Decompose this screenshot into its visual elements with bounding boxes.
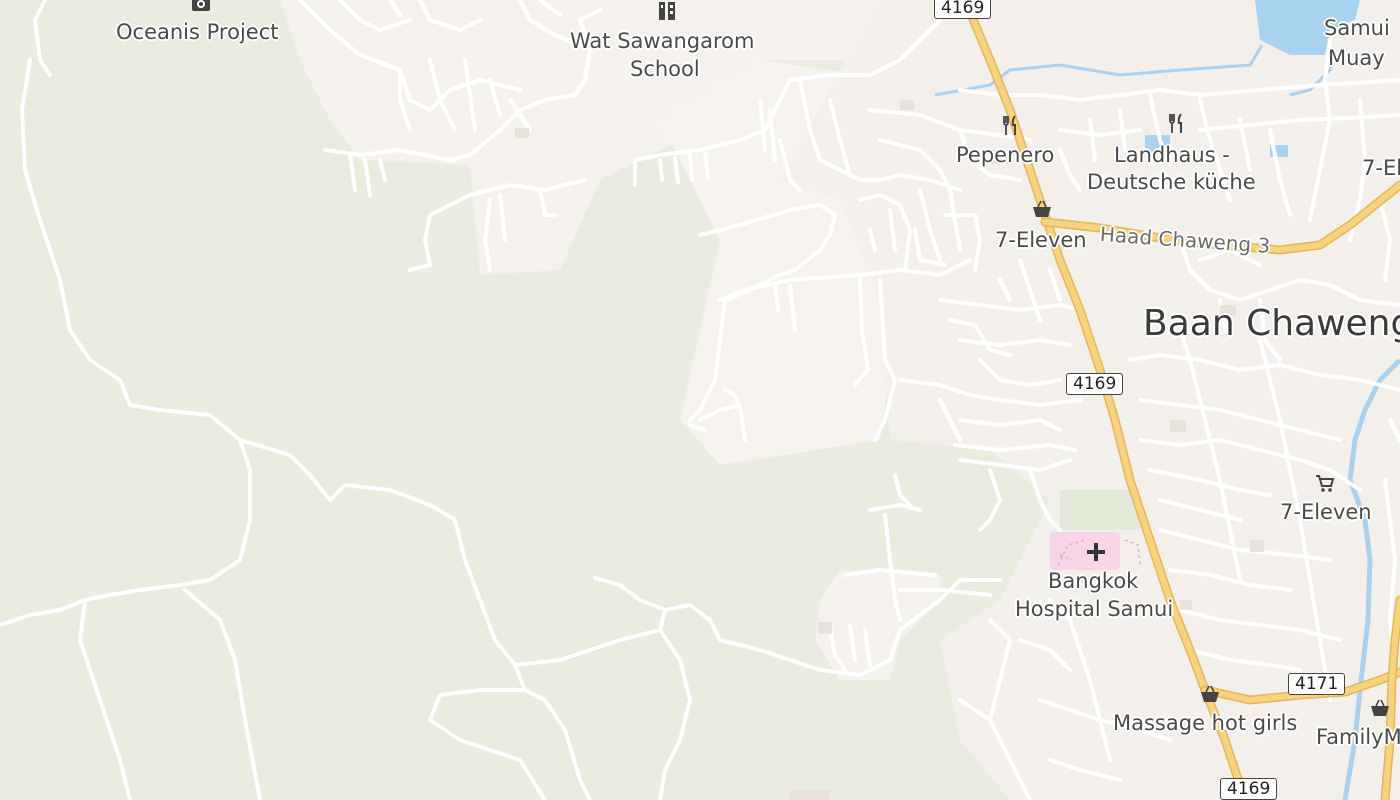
label-wat-sawangarom-line2[interactable]: School [630,55,700,84]
label-pepenero[interactable]: Pepenero [956,141,1054,170]
hospital-cross-icon[interactable] [1085,541,1107,563]
label-familym[interactable]: FamilyM [1316,723,1400,752]
label-7-eleven-2[interactable]: 7-Eleven [1280,498,1372,527]
park-area [1060,490,1140,530]
map-base-layer [0,0,1400,800]
camera-icon[interactable] [190,0,212,16]
shopping-basket-icon-3[interactable] [1369,697,1391,719]
shopping-basket-icon-2[interactable] [1199,683,1221,705]
label-bangkok-hospital-line1[interactable]: Bangkok [1048,567,1138,596]
road-shield-4169-mid: 4169 [1066,373,1124,395]
school-icon[interactable] [656,0,678,22]
road-shield-4169-top: 4169 [934,0,992,19]
label-bangkok-hospital-line2[interactable]: Hospital Samui [1015,595,1173,624]
road-shield-4169-bottom: 4169 [1220,778,1278,800]
restaurant-icon-pepenero[interactable] [1000,114,1022,136]
label-7-eleven-1[interactable]: 7-Eleven [995,226,1087,255]
label-7-eleven-partial[interactable]: 7-El [1362,154,1400,183]
label-massage-hot-girls[interactable]: Massage hot girls [1113,709,1297,738]
label-samui-muay-line2[interactable]: Muay [1328,44,1385,73]
label-landhaus-line1[interactable]: Landhaus - [1114,141,1230,170]
label-landhaus-line2[interactable]: Deutsche küche [1087,168,1256,197]
shopping-basket-icon-1[interactable] [1031,198,1053,220]
shopping-cart-icon[interactable] [1314,472,1336,494]
map-canvas[interactable]: Oceanis Project Wat Sawangarom School Pe… [0,0,1400,800]
label-samui-muay-line1[interactable]: Samui [1324,14,1390,43]
label-baan-chaweng[interactable]: Baan Chaweng [1143,304,1400,344]
label-oceanis-project[interactable]: Oceanis Project [116,18,278,47]
restaurant-icon-landhaus[interactable] [1166,112,1188,134]
road-shield-4171: 4171 [1288,673,1346,695]
label-wat-sawangarom-line1[interactable]: Wat Sawangarom [570,27,754,56]
